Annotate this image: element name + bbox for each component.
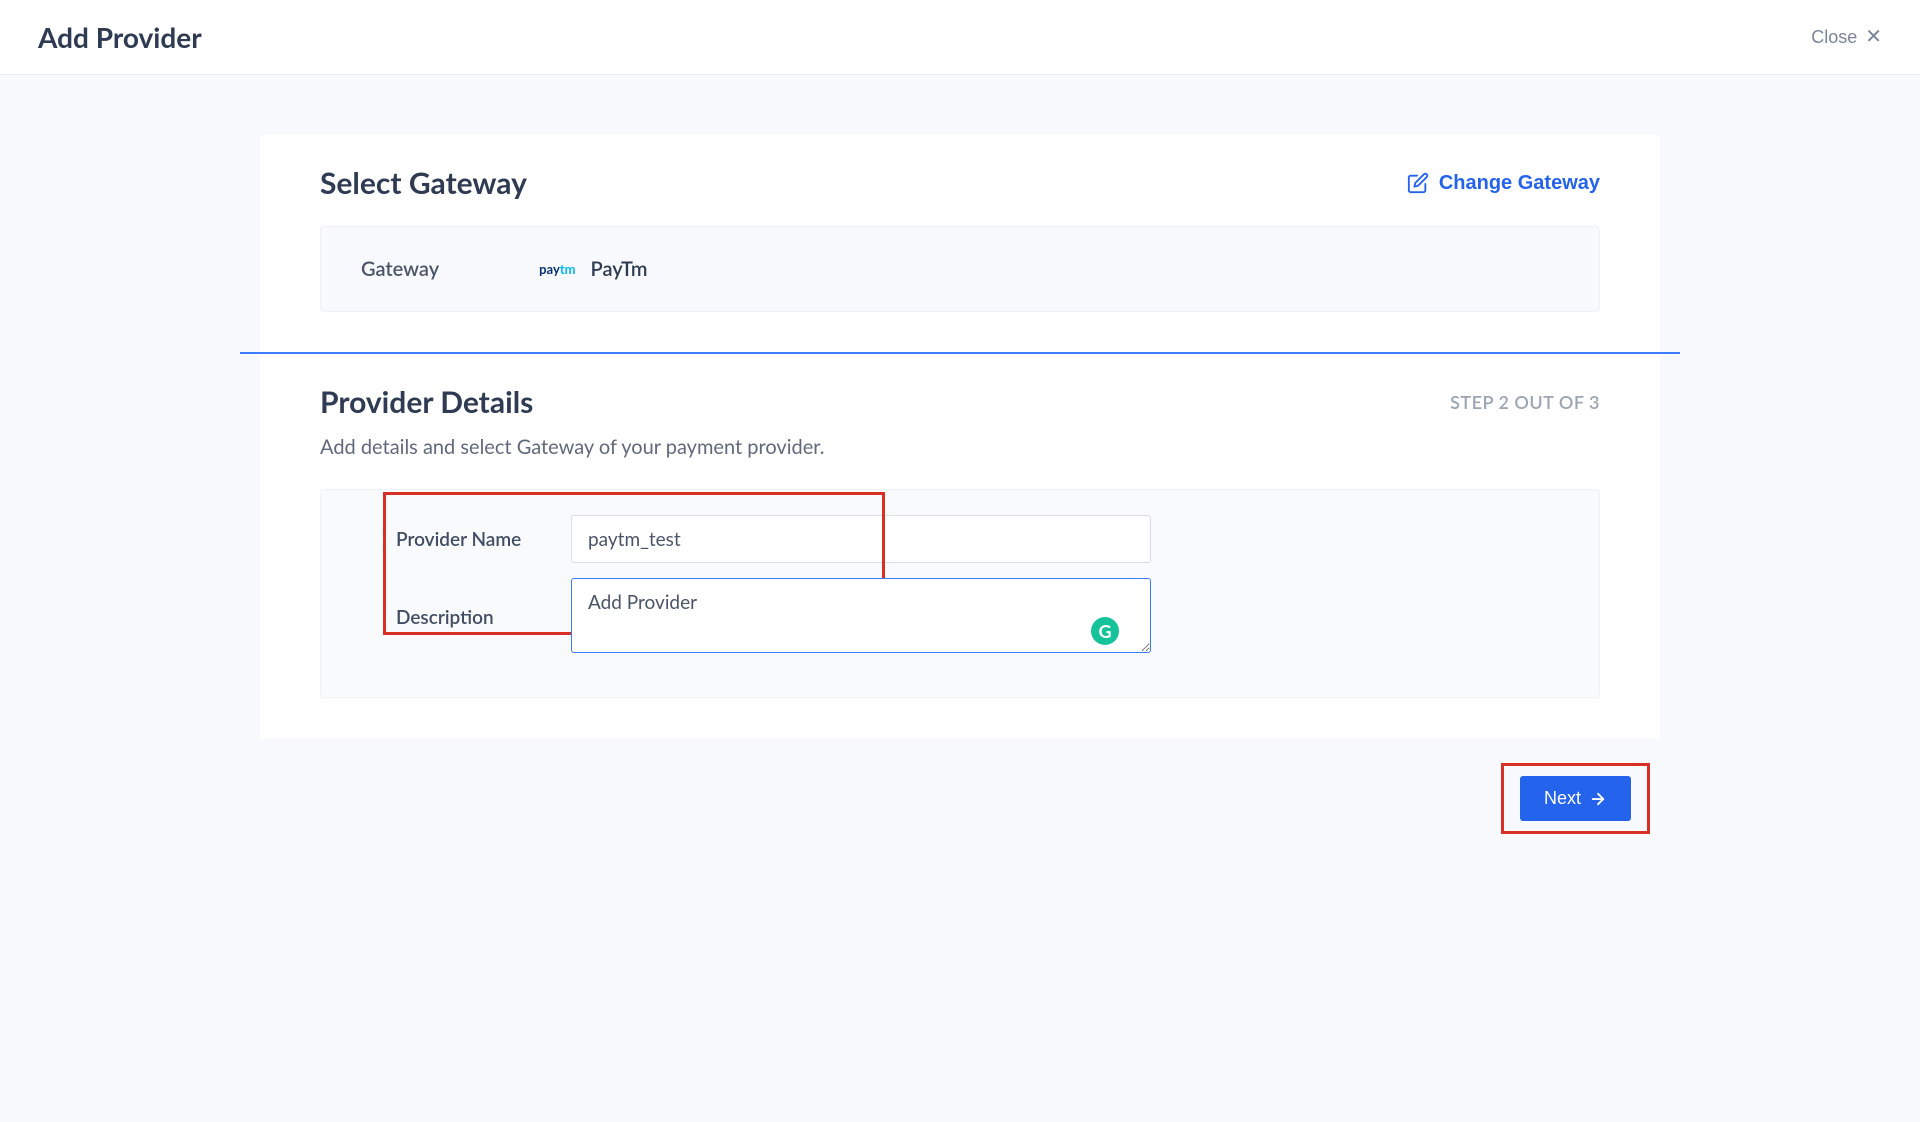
section-title: Provider Details <box>320 384 533 420</box>
gateway-label: Gateway <box>361 257 439 281</box>
next-button[interactable]: Next <box>1520 776 1631 821</box>
section-title: Select Gateway <box>320 165 527 201</box>
section-header: Select Gateway Change Gateway <box>320 165 1600 201</box>
select-gateway-section: Select Gateway Change Gateway Gateway pa… <box>260 135 1660 352</box>
section-subtitle: Add details and select Gateway of your p… <box>320 435 1600 459</box>
step-indicator: STEP 2 OUT OF 3 <box>1450 391 1600 413</box>
provider-name-label: Provider Name <box>361 528 571 551</box>
gateway-value: paytm PayTm <box>539 257 647 281</box>
footer-actions: Next <box>260 763 1660 834</box>
close-icon: ✕ <box>1865 27 1882 47</box>
content-area: Select Gateway Change Gateway Gateway pa… <box>0 75 1920 1122</box>
form-panel: Provider Name Description G <box>320 489 1600 698</box>
highlight-annotation: Next <box>1501 763 1650 834</box>
description-label: Description <box>361 606 571 629</box>
arrow-right-icon <box>1589 790 1607 808</box>
change-gateway-button[interactable]: Change Gateway <box>1407 172 1600 195</box>
provider-name-row: Provider Name <box>321 515 1599 563</box>
gateway-display-box: Gateway paytm PayTm <box>320 226 1600 312</box>
page-title: Add Provider <box>38 20 202 54</box>
grammarly-icon: G <box>1091 617 1119 645</box>
paytm-logo-icon: paytm <box>539 261 575 277</box>
close-label: Close <box>1811 27 1857 48</box>
next-label: Next <box>1544 788 1581 809</box>
provider-name-input[interactable] <box>571 515 1151 563</box>
textarea-wrapper: G <box>571 578 1151 657</box>
edit-icon <box>1407 172 1429 194</box>
step-header: Provider Details STEP 2 OUT OF 3 <box>320 384 1600 420</box>
close-button[interactable]: Close ✕ <box>1811 27 1882 48</box>
provider-details-section: Provider Details STEP 2 OUT OF 3 Add det… <box>260 354 1660 738</box>
gateway-name: PayTm <box>591 257 648 281</box>
change-gateway-label: Change Gateway <box>1439 172 1600 195</box>
description-row: Description G <box>321 578 1599 657</box>
modal-header: Add Provider Close ✕ <box>0 0 1920 75</box>
description-textarea[interactable] <box>571 578 1151 653</box>
